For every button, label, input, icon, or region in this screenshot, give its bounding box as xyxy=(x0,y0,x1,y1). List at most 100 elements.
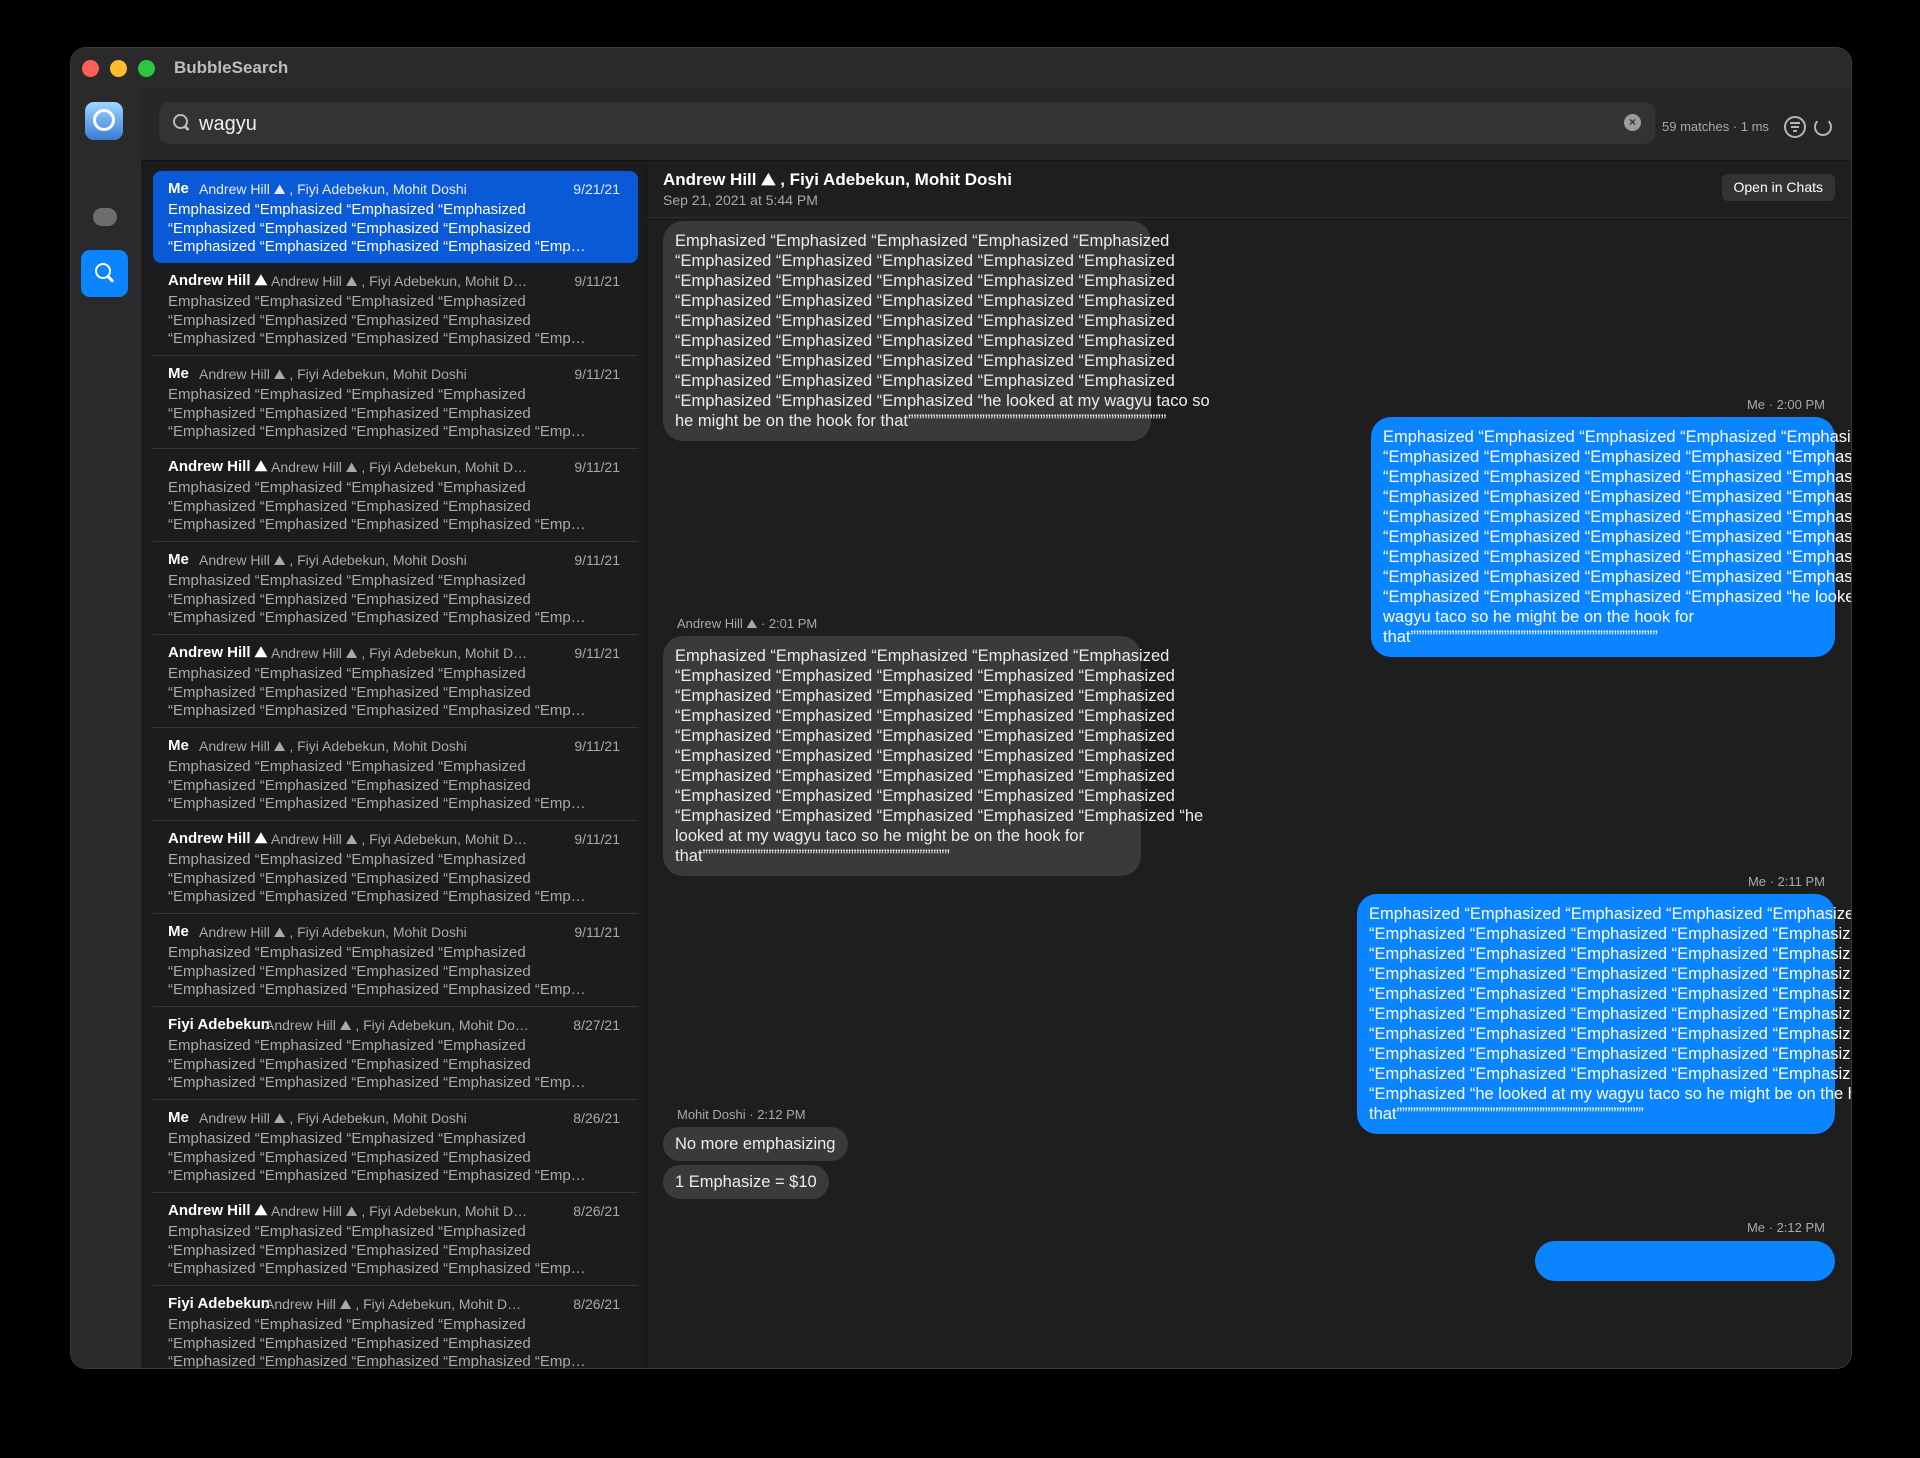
snippet-line: “Emphasized “Emphasized “Emphasized “Emp… xyxy=(168,869,531,887)
result-date: 9/11/21 xyxy=(574,366,620,382)
result-row[interactable]: Fiyi Adebekun Andrew Hill ⛰ , Fiyi Adebek… xyxy=(153,1286,638,1368)
result-date: 9/21/21 xyxy=(573,181,620,197)
thread-view: Andrew Hill ⛰ , Fiyi Adebekun, Mohit Dos… xyxy=(647,161,1851,1368)
result-row[interactable]: Me Andrew Hill ⛰ , Fiyi Adebekun, Mohit D… xyxy=(153,914,638,1007)
result-sender: Andrew Hill ⛰ xyxy=(168,272,268,289)
result-date: 9/11/21 xyxy=(574,924,620,940)
message-text-line: Emphasized “Emphasized “Emphasized “Emph… xyxy=(1383,428,1851,446)
message-text-line: “Emphasized “Emphasized “Emphasized “Emp… xyxy=(675,747,1175,765)
search-input[interactable] xyxy=(197,108,1581,140)
message-text-line: “Emphasized “Emphasized “Emphasized “Emp… xyxy=(1383,568,1851,586)
snippet-line: “Emphasized “Emphasized “Emphasized “Emp… xyxy=(168,1167,586,1184)
result-date: 9/11/21 xyxy=(574,273,620,289)
snippet-line: “Emphasized “Emphasized “Emphasized “Emp… xyxy=(168,962,531,980)
result-conversation: Andrew Hill ⛰ , Fiyi Adebekun, Mohit D… xyxy=(271,1203,528,1219)
message-text-line: “Emphasized “Emphasized “Emphasized “Emp… xyxy=(1383,468,1851,486)
snippet-line: “Emphasized “Emphasized “Emphasized “Emp… xyxy=(168,795,586,812)
snippet-line: Emphasized “Emphasized “Emphasized “Emph… xyxy=(168,851,526,868)
snippet-line: Emphasized “Emphasized “Emphasized “Emph… xyxy=(168,665,526,682)
result-sender: Fiyi Adebekun xyxy=(168,1295,270,1312)
search-field[interactable]: × xyxy=(159,102,1655,144)
outgoing-message-bubble[interactable] xyxy=(1535,1241,1835,1281)
refresh-icon[interactable] xyxy=(1814,118,1832,136)
result-snippet: Emphasized “Emphasized “Emphasized “Emph… xyxy=(168,572,598,628)
message-text-line: 1 Emphasize = $10 xyxy=(675,1173,817,1191)
result-conversation: Andrew Hill ⛰ , Fiyi Adebekun, Mohit Do… xyxy=(265,1017,529,1033)
open-in-chats-button[interactable]: Open in Chats xyxy=(1721,174,1835,201)
snippet-line: Emphasized “Emphasized “Emphasized “Emph… xyxy=(168,1223,526,1240)
result-date: 9/11/21 xyxy=(574,831,620,847)
snippet-line: “Emphasized “Emphasized “Emphasized “Emp… xyxy=(168,330,586,347)
message-text-line: “Emphasized “Emphasized “Emphasized “Emp… xyxy=(1383,528,1851,546)
snippet-line: “Emphasized “Emphasized “Emphasized “Emp… xyxy=(168,702,586,719)
result-row[interactable]: Me Andrew Hill ⛰ , Fiyi Adebekun, Mohit D… xyxy=(153,1100,638,1193)
result-conversation: Andrew Hill ⛰ , Fiyi Adebekun, Mohit Dos… xyxy=(199,552,467,568)
search-tab-button[interactable] xyxy=(81,250,128,297)
message-text-line: that””””””””””””””””””””””””””””””””””””… xyxy=(1369,1105,1644,1123)
result-row[interactable]: Andrew Hill ⛰ Andrew Hill ⛰ , Fiyi Adebek… xyxy=(153,263,638,356)
snippet-line: “Emphasized “Emphasized “Emphasized “Emp… xyxy=(168,1074,586,1091)
message-text-line: “Emphasized “Emphasized “Emphasized “Emp… xyxy=(675,807,1204,825)
minimize-window-button[interactable] xyxy=(110,60,127,77)
incoming-message-bubble[interactable]: Emphasized “Emphasized “Emphasized “Emph… xyxy=(663,636,1204,876)
filter-icon[interactable] xyxy=(1784,116,1806,138)
message-text-line: “Emphasized “Emphasized “Emphasized “Emp… xyxy=(1369,965,1851,983)
incoming-message-bubble[interactable]: No more emphasizing xyxy=(663,1127,848,1161)
result-date: 9/11/21 xyxy=(574,738,620,754)
result-snippet: Emphasized “Emphasized “Emphasized “Emph… xyxy=(168,1316,598,1368)
result-row[interactable]: Andrew Hill ⛰ Andrew Hill ⛰ , Fiyi Adebek… xyxy=(153,1193,638,1286)
result-snippet: Emphasized “Emphasized “Emphasized “Emph… xyxy=(168,665,598,721)
chats-bubble-icon[interactable] xyxy=(93,208,117,226)
message-text-line: “Emphasized “Emphasized “Emphasized “Emp… xyxy=(1383,488,1851,506)
result-row[interactable]: Me Andrew Hill ⛰ , Fiyi Adebekun, Mohit D… xyxy=(153,171,638,263)
result-row[interactable]: Me Andrew Hill ⛰ , Fiyi Adebekun, Mohit D… xyxy=(153,728,638,821)
outgoing-message-bubble[interactable]: Emphasized “Emphasized “Emphasized “Emph… xyxy=(1357,894,1851,1134)
result-snippet: Emphasized “Emphasized “Emphasized “Emph… xyxy=(168,386,598,442)
incoming-message-bubble[interactable]: 1 Emphasize = $10 xyxy=(663,1165,829,1199)
result-conversation: Andrew Hill ⛰ , Fiyi Adebekun, Mohit D… xyxy=(271,459,528,475)
message-text-line: “Emphasized “Emphasized “Emphasized “he … xyxy=(675,392,1210,410)
result-snippet: Emphasized “Emphasized “Emphasized “Emph… xyxy=(168,201,598,257)
incoming-message-bubble[interactable]: Emphasized “Emphasized “Emphasized “Emph… xyxy=(663,221,1210,441)
snippet-line: Emphasized “Emphasized “Emphasized “Emph… xyxy=(168,572,526,589)
result-conversation: Andrew Hill ⛰ , Fiyi Adebekun, Mohit Dos… xyxy=(199,366,467,382)
message-text-line: looked at my wagyu taco so he might be o… xyxy=(675,827,1085,845)
message-text-line: “Emphasized “Emphasized “Emphasized “Emp… xyxy=(675,252,1175,270)
result-row[interactable]: Me Andrew Hill ⛰ , Fiyi Adebekun, Mohit D… xyxy=(153,542,638,635)
result-conversation: Andrew Hill ⛰ , Fiyi Adebekun, Mohit D… xyxy=(265,1296,522,1312)
message-text-line: “Emphasized “Emphasized “Emphasized “Emp… xyxy=(1383,548,1851,566)
result-snippet: Emphasized “Emphasized “Emphasized “Emph… xyxy=(168,479,598,535)
message-text-line: “Emphasized “Emphasized “Emphasized “Emp… xyxy=(675,727,1175,745)
message-text-line: “Emphasized “Emphasized “Emphasized “Emp… xyxy=(675,667,1175,685)
result-conversation: Andrew Hill ⛰ , Fiyi Adebekun, Mohit D… xyxy=(271,645,528,661)
result-row[interactable]: Fiyi Adebekun Andrew Hill ⛰ , Fiyi Adebek… xyxy=(153,1007,638,1100)
message-meta: Me · 2:00 PM xyxy=(1746,397,1825,412)
snippet-line: “Emphasized “Emphasized “Emphasized “Emp… xyxy=(168,238,586,255)
snippet-line: “Emphasized “Emphasized “Emphasized “Emp… xyxy=(168,404,531,422)
message-text-line: he might be on the hook for that””””””””… xyxy=(675,412,1167,430)
message-text-line: that””””””””””””””””””””””””””””””””””””… xyxy=(675,847,950,865)
snippet-line: “Emphasized “Emphasized “Emphasized “Emp… xyxy=(168,1148,531,1166)
snippet-line: “Emphasized “Emphasized “Emphasized “Emp… xyxy=(168,1241,531,1259)
result-row[interactable]: Andrew Hill ⛰ Andrew Hill ⛰ , Fiyi Adebek… xyxy=(153,821,638,914)
message-text-line: wagyu taco so he might be on the hook fo… xyxy=(1383,608,1694,626)
match-count-label: 59 matches · 1 ms xyxy=(1662,119,1769,134)
result-snippet: Emphasized “Emphasized “Emphasized “Emph… xyxy=(168,1223,598,1279)
outgoing-message-bubble[interactable]: Emphasized “Emphasized “Emphasized “Emph… xyxy=(1371,417,1851,657)
result-conversation: Andrew Hill ⛰ , Fiyi Adebekun, Mohit Dos… xyxy=(199,738,467,754)
snippet-line: “Emphasized “Emphasized “Emphasized “Emp… xyxy=(168,776,531,794)
results-list[interactable]: Me Andrew Hill ⛰ , Fiyi Adebekun, Mohit D… xyxy=(141,161,647,1368)
zoom-window-button[interactable] xyxy=(138,60,155,77)
snippet-line: “Emphasized “Emphasized “Emphasized “Emp… xyxy=(168,497,531,515)
thread-date: Sep 21, 2021 at 5:44 PM xyxy=(663,192,818,208)
app-title: BubbleSearch xyxy=(174,58,289,77)
result-row[interactable]: Me Andrew Hill ⛰ , Fiyi Adebekun, Mohit D… xyxy=(153,356,638,449)
message-text-line: “Emphasized “Emphasized “Emphasized “Emp… xyxy=(1369,945,1851,963)
message-text-line: “Emphasized “Emphasized “Emphasized “Emp… xyxy=(1369,925,1851,943)
close-window-button[interactable] xyxy=(82,60,99,77)
clear-search-icon[interactable]: × xyxy=(1624,114,1641,131)
result-row[interactable]: Andrew Hill ⛰ Andrew Hill ⛰ , Fiyi Adebek… xyxy=(153,449,638,542)
result-row[interactable]: Andrew Hill ⛰ Andrew Hill ⛰ , Fiyi Adebek… xyxy=(153,635,638,728)
result-date: 9/11/21 xyxy=(574,552,620,568)
snippet-line: Emphasized “Emphasized “Emphasized “Emph… xyxy=(168,944,526,961)
